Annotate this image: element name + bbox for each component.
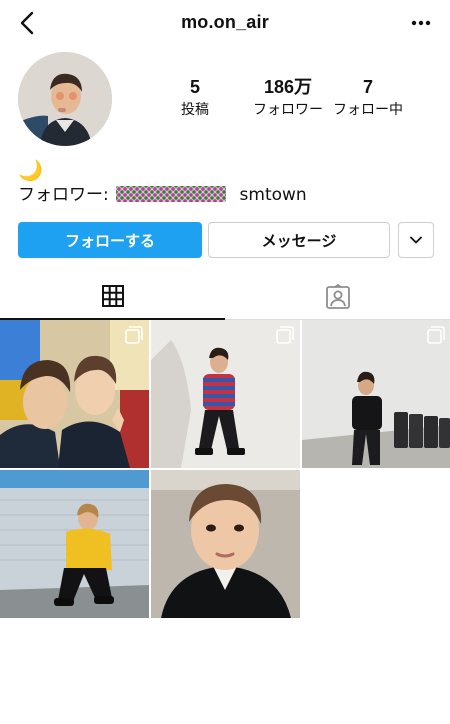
stat-following[interactable]: 7 フォロー中 bbox=[323, 76, 413, 120]
post-thumbnail[interactable] bbox=[151, 470, 300, 618]
followers-count: 186万 bbox=[263, 77, 313, 97]
message-button[interactable]: メッセージ bbox=[208, 222, 390, 258]
closeup-selfie-image bbox=[151, 470, 300, 618]
blurred-username bbox=[116, 186, 227, 202]
followed-by-prefix: フォロワー: bbox=[18, 185, 109, 205]
top-bar: mo.on_air bbox=[0, 0, 450, 46]
profile-actions: フォローする メッセージ bbox=[18, 222, 434, 258]
posts-label: 投稿 bbox=[181, 102, 209, 118]
chevron-down-icon bbox=[410, 236, 422, 244]
profile-tabs bbox=[0, 274, 450, 320]
follow-button[interactable]: フォローする bbox=[18, 222, 202, 258]
multiple-photos-icon bbox=[427, 326, 445, 344]
following-label: フォロー中 bbox=[333, 102, 403, 118]
suggested-accounts-button[interactable] bbox=[398, 222, 434, 258]
more-horizontal-icon[interactable] bbox=[408, 10, 434, 36]
avatar[interactable] bbox=[18, 52, 112, 146]
multiple-photos-icon bbox=[125, 326, 143, 344]
followed-by-line[interactable]: フォロワー: smtown bbox=[18, 184, 438, 206]
grid-icon bbox=[101, 285, 124, 307]
multiple-photos-icon bbox=[276, 326, 294, 344]
post-thumbnail[interactable] bbox=[302, 320, 450, 468]
tab-tagged[interactable] bbox=[225, 274, 450, 320]
profile-username: mo.on_air bbox=[181, 12, 269, 32]
tab-grid[interactable] bbox=[0, 274, 225, 320]
following-count: 7 bbox=[362, 77, 373, 97]
stat-followers[interactable]: 186万 フォロワー bbox=[243, 76, 333, 120]
profile-bio: 🌙 フォロワー: smtown bbox=[18, 158, 438, 206]
followed-by-account: smtown bbox=[239, 185, 307, 205]
tagged-user-icon bbox=[325, 284, 350, 309]
profile-photo-icon bbox=[18, 52, 112, 146]
followers-label: フォロワー bbox=[253, 102, 323, 118]
posts-count: 5 bbox=[189, 77, 200, 97]
post-thumbnail[interactable] bbox=[151, 320, 300, 468]
post-thumbnail[interactable] bbox=[0, 470, 149, 618]
moon-emoji: 🌙 bbox=[18, 158, 43, 182]
profile-stats: 5 投稿 186万 フォロワー 7 フォロー中 bbox=[160, 76, 430, 128]
yellow-hoodie-crouch-image bbox=[0, 470, 149, 618]
stat-posts[interactable]: 5 投稿 bbox=[150, 76, 240, 120]
post-thumbnail[interactable] bbox=[0, 320, 149, 468]
